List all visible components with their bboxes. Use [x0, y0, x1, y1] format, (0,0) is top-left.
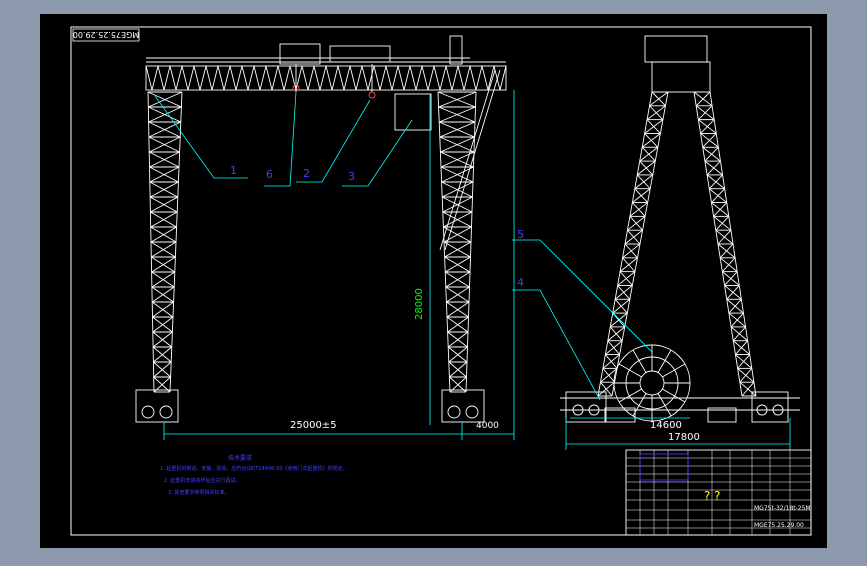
- height-dimension: 28000: [414, 288, 425, 320]
- notes-line-2: 2. 起重机安装完毕后应进行调试。: [164, 477, 240, 484]
- callout-2: 2: [303, 167, 310, 180]
- rotated-drawing-number: MGE75.25.29.00: [72, 28, 140, 42]
- notes-line-1: 1. 起重机的制造、安装、验收，应符合GB/T14406-93《通用门式起重机》…: [160, 465, 347, 472]
- callout-5: 5: [517, 228, 524, 241]
- leg-offset-dimension: 4000: [476, 421, 499, 431]
- title-number: MGE75.25.29.00: [754, 522, 804, 529]
- cad-viewport: MGE75.25.29.00 1 6 2 3 28000 25000±5 400…: [0, 0, 867, 562]
- cad-drawing: MGE75.25.29.00 1 6 2 3 28000 25000±5 400…: [40, 14, 827, 548]
- drawing-canvas: [40, 14, 827, 548]
- callout-1: 1: [230, 164, 237, 177]
- base-width-dimension: 17800: [668, 432, 700, 443]
- notes-heading: 技术要求: [228, 454, 252, 462]
- callout-4: 4: [517, 276, 524, 289]
- drawing-number-rotated: MGE75.25.29.00: [73, 30, 140, 39]
- title-marks: ? ?: [704, 489, 721, 503]
- span-dimension: 25000±5: [290, 420, 337, 431]
- callout-6: 6: [266, 168, 273, 181]
- callout-3: 3: [348, 170, 355, 183]
- notes-line-3: 3. 其他要求参照相关标准。: [168, 489, 229, 496]
- rail-gauge-dimension: 14600: [650, 420, 682, 431]
- title-name: MG75t-32/18t-25M: [754, 505, 811, 512]
